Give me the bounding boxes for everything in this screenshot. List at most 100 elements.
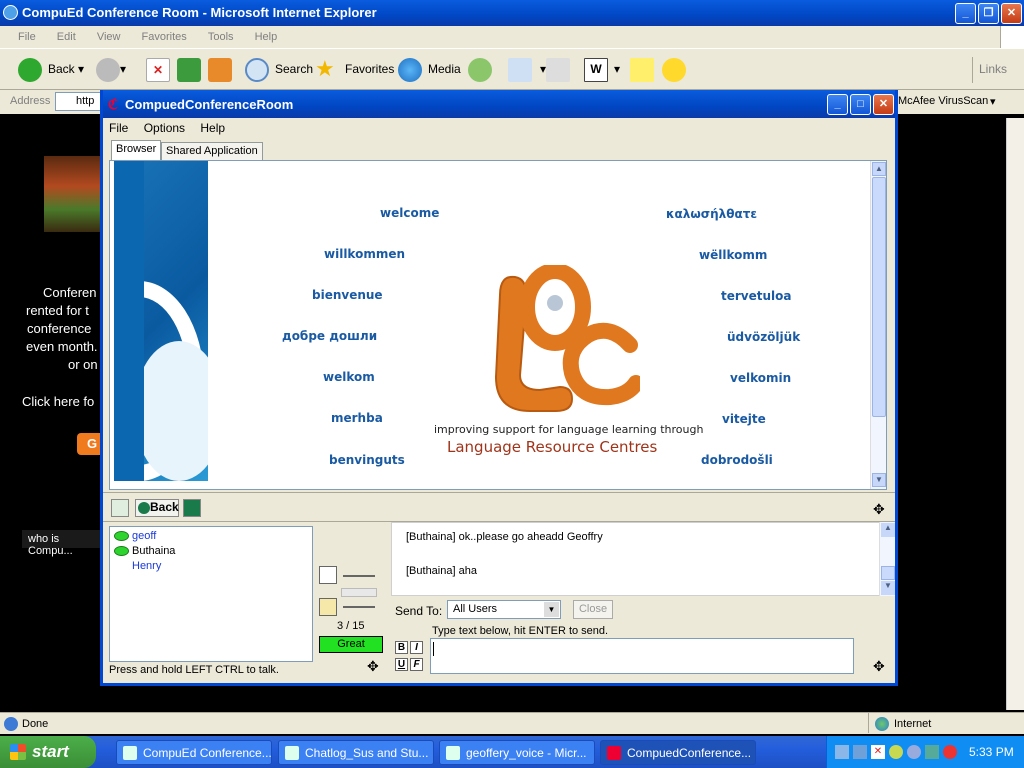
bold-button[interactable]: B [395,641,408,654]
lrc-org-name: Language Resource Centres [447,438,658,456]
chat-scrollbar[interactable]: ▲ ▼ [879,522,895,596]
conf-close-button[interactable]: ✕ [873,94,894,115]
user-item-geoff[interactable]: geoff [132,530,156,542]
sync-icon[interactable] [907,745,921,759]
conf-maximize-button[interactable]: □ [850,94,871,115]
close-button[interactable]: Close [573,600,613,619]
forward-button[interactable]: ▾ [96,57,126,83]
italic-button[interactable]: I [410,641,423,654]
menu-file[interactable]: File [18,31,36,43]
mcafee-toolbar[interactable]: McAfee VirusScan [898,95,988,107]
mic-slider[interactable] [343,575,375,577]
underline-button[interactable]: U [395,658,408,671]
back-button[interactable]: Back ▾ [18,57,84,83]
start-button[interactable]: start [0,736,96,768]
taskbar-item[interactable]: CompuedConference... [600,740,756,765]
history-button[interactable] [468,57,492,83]
browser-scrollbar[interactable]: ▲ ▼ [870,161,886,489]
conference-window: ℭ CompuedConferenceRoom _ □ ✕ File Optio… [100,90,898,686]
welcome-word: tervetuloa [721,289,792,303]
conference-title-bar: ℭ CompuedConferenceRoom _ □ ✕ [103,90,895,118]
system-tray: ✕ 5:33 PM [826,736,1024,768]
notes-button[interactable] [630,57,654,83]
scroll-up-icon[interactable]: ▲ [872,162,886,176]
menu-view[interactable]: View [97,31,121,43]
refresh-icon[interactable] [111,499,129,517]
microphone-icon[interactable] [319,566,337,584]
word-icon [446,746,460,760]
restore-button[interactable]: ❐ [978,3,999,24]
tab-shared-application[interactable]: Shared Application [161,142,263,160]
zone-text: Internet [894,718,932,730]
display-icon[interactable] [853,745,867,759]
speaker-slider[interactable] [343,606,375,608]
scroll-thumb[interactable] [872,177,886,417]
forward-arrow-icon[interactable] [183,499,201,517]
move-handle-icon[interactable]: ✥ [367,658,379,675]
settings-icon[interactable] [925,745,939,759]
links-button[interactable]: Links [972,57,1007,83]
menu-help[interactable]: Help [255,31,278,43]
page-who-link[interactable]: who is Compu... [22,530,102,557]
refresh-button[interactable] [177,57,201,83]
mail-button[interactable]: ▾ [508,57,546,83]
antivirus-icon[interactable] [943,745,957,759]
chat-message: [Buthaina] aha [406,565,477,577]
scroll-up-icon[interactable]: ▲ [881,523,895,537]
chevron-down-icon[interactable]: ▼ [544,602,559,617]
welcome-word: üdvözöljük [727,330,801,344]
menu-tools[interactable]: Tools [208,31,234,43]
menu-favorites[interactable]: Favorites [142,31,187,43]
move-handle-icon[interactable]: ✥ [873,501,885,518]
network-icon[interactable] [835,745,849,759]
clock[interactable]: 5:33 PM [969,745,1014,759]
menu-edit[interactable]: Edit [57,31,76,43]
page-done-icon [4,717,18,731]
page-scrollbar[interactable] [1006,118,1024,710]
close-button[interactable]: ✕ [1001,3,1022,24]
send-to-select[interactable]: All Users ▼ [447,600,561,619]
ie-status-bar: Done Internet [0,712,1024,734]
home-button[interactable] [208,57,232,83]
speaking-icon [114,531,129,541]
conf-menu-file[interactable]: File [109,121,128,135]
messenger-button[interactable] [662,57,686,83]
back-arrow-icon [138,502,150,514]
wave-band [114,161,144,481]
welcome-word: bienvenue [312,288,383,302]
tab-browser[interactable]: Browser [111,140,162,160]
warning-icon[interactable]: ✕ [871,745,885,759]
minimize-button[interactable]: _ [955,3,976,24]
edit-word-button[interactable]: W ▾ [584,57,620,83]
move-handle-icon[interactable]: ✥ [873,658,885,675]
address-field[interactable]: http [55,92,105,111]
taskbar: start CompuEd Conference... Chatlog_Sus … [0,736,1024,768]
welcome-word: welcome [380,206,440,220]
chevron-down-icon[interactable]: ▾ [990,95,996,108]
volume-icon[interactable] [889,745,903,759]
scroll-down-icon[interactable]: ▼ [881,581,895,595]
page-text-line: conference [27,321,92,336]
conf-menu-options[interactable]: Options [144,121,185,135]
taskbar-item[interactable]: geoffery_voice - Micr... [439,740,595,765]
user-item-buthaina[interactable]: Buthaina [132,545,175,557]
page-go-button[interactable]: G [77,433,101,455]
favorites-button[interactable]: ★ Favorites [315,57,394,83]
chat-input[interactable] [430,638,854,674]
speaker-icon[interactable] [319,598,337,616]
media-button[interactable]: Media [398,57,461,83]
conf-menu-help[interactable]: Help [200,121,225,135]
scroll-down-icon[interactable]: ▼ [872,473,886,487]
star-icon: ★ [315,56,335,81]
taskbar-item[interactable]: Chatlog_Sus and Stu... [278,740,434,765]
stop-button[interactable]: ✕ [146,57,170,83]
page-link-click-here[interactable]: Click here fo [22,393,94,411]
print-button[interactable] [546,57,570,83]
user-item-henry[interactable]: Henry [132,560,161,572]
taskbar-item[interactable]: CompuEd Conference... [116,740,272,765]
scroll-thumb[interactable] [881,566,895,580]
font-button[interactable]: F [410,658,423,671]
conf-minimize-button[interactable]: _ [827,94,848,115]
search-button[interactable]: Search [245,57,313,83]
browser-back-button[interactable]: Back [135,499,179,517]
